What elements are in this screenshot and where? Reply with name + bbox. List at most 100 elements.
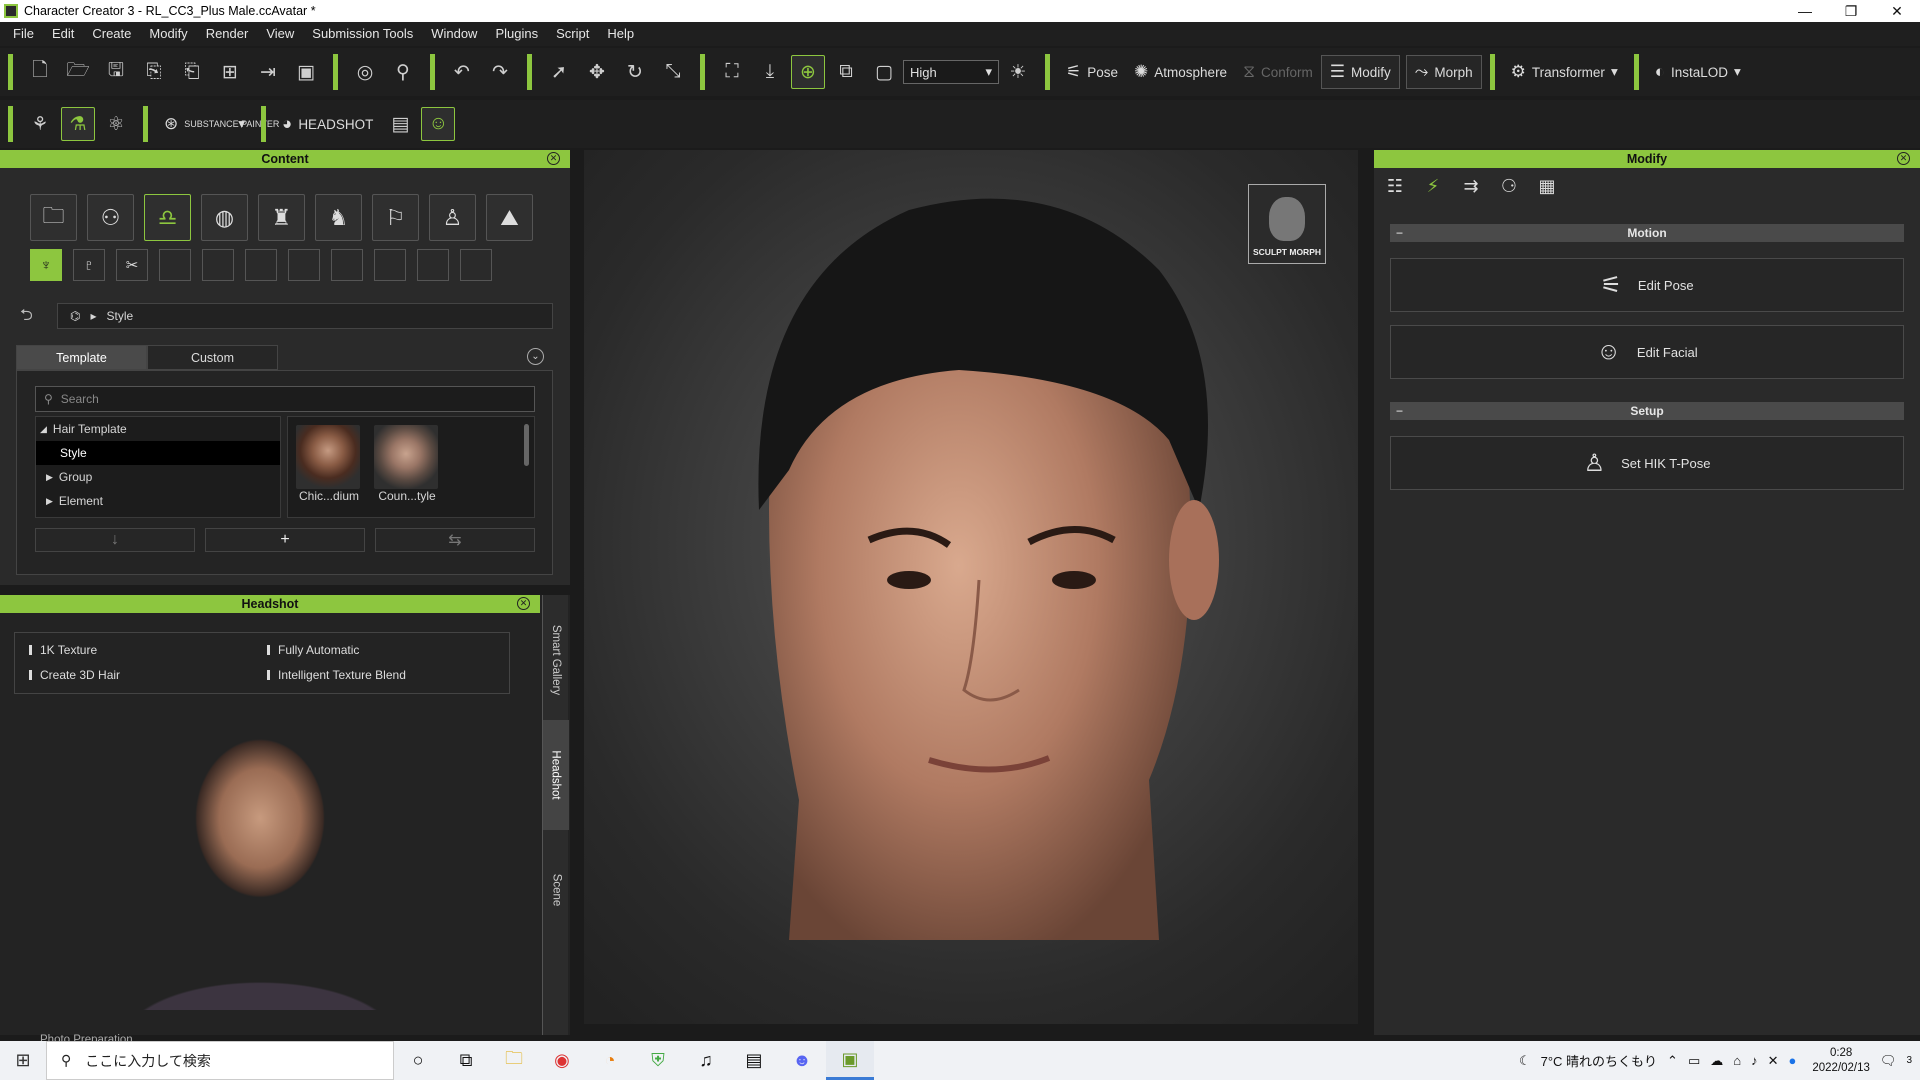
back-icon[interactable]: ⮌ [20,304,33,331]
chrome-icon[interactable]: ◉ [538,1041,586,1080]
usd-export-icon[interactable]: ⊞ [213,55,247,89]
empty-slot[interactable] [374,249,406,281]
3d-viewport[interactable]: SCULPT MORPH [584,150,1358,1024]
conform-button[interactable]: ⧖ Conform [1235,55,1321,89]
frame-icon[interactable]: ⛶ [715,55,749,89]
section-setup[interactable]: − Setup [1390,402,1904,420]
network-icon[interactable]: ⌂ [1733,1053,1741,1068]
menu-create[interactable]: Create [83,22,140,46]
scrollbar[interactable] [524,424,529,466]
download-button[interactable]: ↓ [35,528,195,552]
weather-text[interactable]: 7°C 晴れのちくもり [1541,1051,1657,1070]
edge-icon[interactable]: ● [1789,1053,1797,1068]
tree-item-element[interactable]: ▶ Element [36,489,280,513]
scene-icon[interactable]: ⚐ [372,194,419,241]
menu-edit[interactable]: Edit [43,22,83,46]
accessory-icon[interactable]: ♞ [315,194,362,241]
undo-icon[interactable]: ↶ [445,55,479,89]
tree-item-group[interactable]: ▶ Group [36,465,280,489]
tab-headshot[interactable]: Headshot [543,720,569,830]
import-icon[interactable]: ⎘ [137,55,171,89]
sun-icon[interactable]: ☀ [1001,55,1035,89]
breadcrumb-item[interactable]: Style [107,309,134,323]
device-icon[interactable]: ▭ [1688,1053,1700,1069]
globe-icon[interactable]: ◎ [348,55,382,89]
maximize-button[interactable]: ❐ [1828,0,1874,22]
close-icon[interactable]: ✕ [517,597,530,610]
import-ic-icon[interactable]: ⎗ [175,55,209,89]
empty-slot[interactable] [288,249,320,281]
hair-style-icon[interactable]: ♆ [30,249,62,281]
character-icon[interactable]: ⚇ [87,194,134,241]
tree-item-style[interactable]: Style [36,441,280,465]
clothing-icon[interactable]: ♜ [258,194,305,241]
attribute-icon[interactable]: ⇉ [1454,170,1488,202]
material-icon[interactable]: ⚆ [1492,170,1526,202]
rotate-icon[interactable]: ↻ [618,55,652,89]
quality-dropdown[interactable]: High ▾ [903,60,999,84]
volume-icon[interactable]: ♪ [1751,1053,1758,1068]
morph-tool-icon[interactable]: ⚘ [23,107,57,141]
tab-custom[interactable]: Custom [147,345,278,370]
drop-to-floor-icon[interactable]: ⤓ [753,55,787,89]
notification-icon[interactable]: 🗨 [1880,1053,1897,1069]
close-button[interactable]: ✕ [1874,0,1920,22]
skin-icon[interactable]: ◍ [201,194,248,241]
empty-slot[interactable] [245,249,277,281]
clock[interactable]: 0:28 2022/02/13 [1812,1046,1870,1076]
render-icon[interactable]: ▣ [289,55,323,89]
windows-start-icon[interactable]: ⊞ [0,1050,46,1071]
close-icon[interactable]: ✕ [547,152,560,165]
menu-help[interactable]: Help [598,22,643,46]
empty-slot[interactable] [159,249,191,281]
skin-tool-icon[interactable]: ⚗ [61,107,95,141]
thumbnail-item[interactable]: Chic...dium [296,425,362,509]
redo-icon[interactable]: ↷ [483,55,517,89]
tab-smart-gallery[interactable]: Smart Gallery [543,605,569,715]
hair-element-icon[interactable]: ✂ [116,249,148,281]
hair-tool-icon[interactable]: ⚛ [99,107,133,141]
transformer-button[interactable]: ⚙ Transformer ▾ [1503,55,1626,89]
media-player-icon[interactable]: ♫ [682,1041,730,1080]
minimize-button[interactable]: — [1782,0,1828,22]
open-folder-icon[interactable]: 🗁 [61,55,95,89]
stage-icon[interactable]: ⛰ [486,194,533,241]
tab-template[interactable]: Template [16,345,147,370]
empty-slot[interactable] [417,249,449,281]
menu-submission-tools[interactable]: Submission Tools [303,22,422,46]
set-hik-tpose-button[interactable]: ♙ Set HIK T-Pose [1390,436,1904,490]
close-icon[interactable]: ✕ [1897,152,1910,165]
add-button[interactable]: + [205,528,365,552]
headshot-button[interactable]: ◕ HEADSHOT [274,107,381,141]
edit-facial-button[interactable]: ☺ Edit Facial [1390,325,1904,379]
cloud-icon[interactable]: ☁ [1710,1053,1723,1069]
task-view-icon[interactable]: ⧉ [442,1041,490,1080]
view-icon[interactable]: ▢ [867,55,901,89]
texture-checker-icon[interactable]: ▦ [1530,170,1564,202]
replace-button[interactable]: ⇆ [375,528,535,552]
empty-slot[interactable] [331,249,363,281]
menu-file[interactable]: File [4,22,43,46]
select-arrow-icon[interactable]: ➚ [542,55,576,89]
cortana-icon[interactable]: ○ [394,1041,442,1080]
section-motion[interactable]: − Motion [1390,224,1904,242]
tree-item-hair-template[interactable]: ◢ Hair Template [36,417,280,441]
save-icon[interactable]: 🖫 [99,55,133,89]
headshot-tool-icon[interactable]: ▤ [383,107,417,141]
menu-view[interactable]: View [257,22,303,46]
move-icon[interactable]: ✥ [580,55,614,89]
chevron-down-icon[interactable]: ⌄ [527,348,544,365]
camera-fit-icon[interactable]: ⧉ [829,55,863,89]
pose-tool-icon[interactable]: ⚲ [386,55,420,89]
new-file-icon[interactable]: 🗋 [23,55,57,89]
head-icon[interactable]: ☺ [421,107,456,141]
motion-icon[interactable]: ♙ [429,194,476,241]
file-explorer-icon[interactable]: 🗀 [490,1041,538,1080]
shield-icon[interactable]: ⛨ [634,1041,682,1080]
ime-icon[interactable]: ✕ [1768,1053,1779,1069]
empty-slot[interactable] [202,249,234,281]
character-creator-icon[interactable]: ▣ [826,1041,874,1080]
search-box[interactable]: ⚲ Search [35,386,535,412]
menu-script[interactable]: Script [547,22,598,46]
menu-modify[interactable]: Modify [140,22,196,46]
